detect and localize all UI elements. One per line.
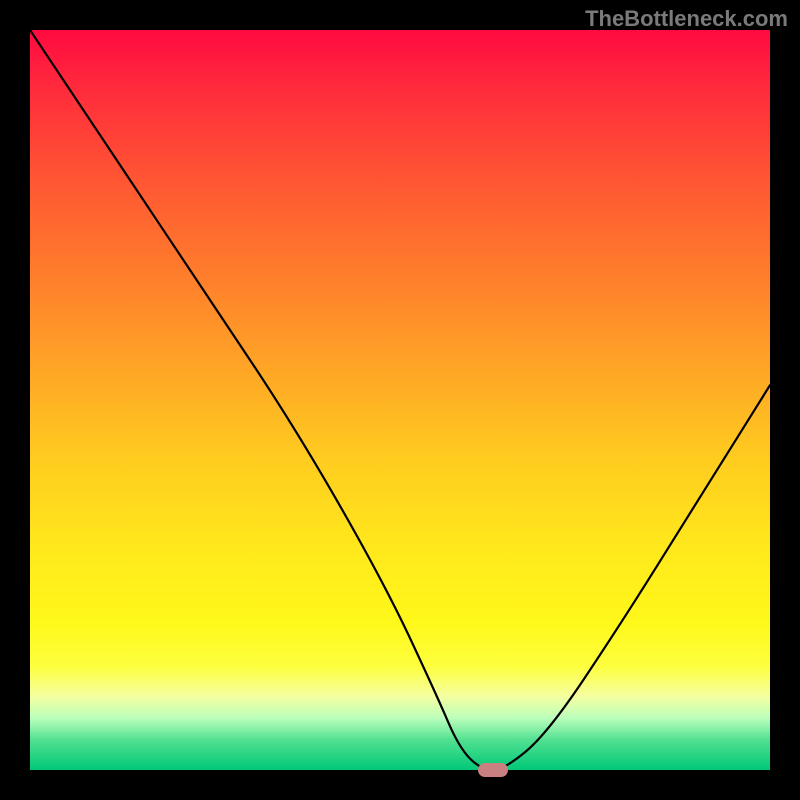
optimal-marker — [478, 763, 508, 777]
watermark-text: TheBottleneck.com — [585, 6, 788, 32]
plot-area — [30, 30, 770, 770]
chart-container: TheBottleneck.com — [0, 0, 800, 800]
